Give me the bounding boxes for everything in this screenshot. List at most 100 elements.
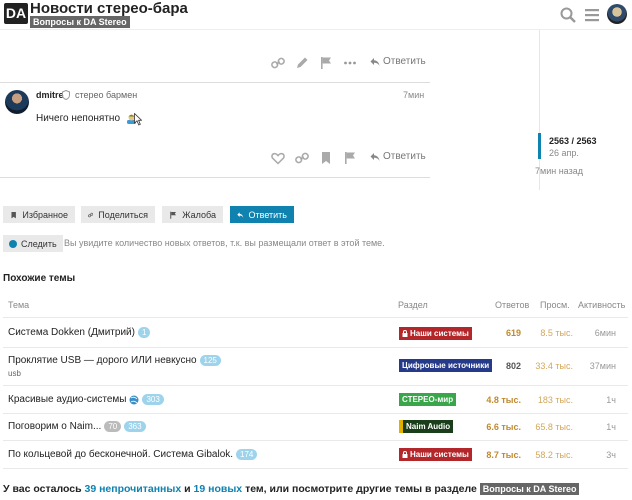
category-badge[interactable]: Цифровые источники [399, 359, 493, 372]
topic-row: Красивые аудио-системы 303 СТЕРЕО-мир 4.8… [3, 385, 628, 413]
post-time[interactable]: 7мин [403, 90, 424, 100]
views-count: 58.2 тыс. [535, 450, 573, 460]
new-posts-count[interactable]: 1 [137, 327, 151, 338]
link-icon[interactable] [294, 150, 310, 166]
post-body: Ничего непонятно [36, 113, 137, 124]
reply-arrow-icon [370, 57, 380, 66]
topic-link[interactable]: По кольцевой до бесконечной. Система Gib… [8, 449, 258, 460]
replies-count[interactable]: 6.6 тыс. [483, 422, 521, 432]
flag-icon[interactable] [318, 55, 334, 71]
activity-time[interactable]: 37мин [578, 361, 616, 371]
flag-label: Жалоба [182, 209, 216, 220]
topic-title[interactable]: По кольцевой до бесконечной. Система Gib… [8, 449, 233, 460]
new-posts-count[interactable]: 363 [124, 421, 146, 432]
flag-icon[interactable] [342, 150, 358, 166]
reply-button[interactable]: Ответить [370, 151, 426, 162]
link-icon[interactable] [270, 55, 286, 71]
new-posts-count[interactable]: 303 [142, 394, 164, 405]
activity-time[interactable]: 3ч [578, 450, 616, 460]
shield-icon [62, 90, 70, 100]
new-posts-count[interactable]: 174 [236, 449, 258, 460]
unread-posts-count[interactable]: 70 [104, 421, 122, 432]
user-avatar[interactable] [607, 4, 627, 24]
category-link[interactable]: Вопросы к DA Stereo [479, 483, 580, 495]
bookmark-label: Избранное [22, 209, 68, 220]
footer-text: У вас осталось [3, 483, 82, 495]
globe-icon [129, 395, 139, 404]
topic-link[interactable]: Система Dokken (Дмитрий) 1 [8, 327, 151, 338]
post-author-avatar[interactable] [5, 90, 29, 114]
views-count: 183 тыс. [537, 395, 573, 405]
topic-link[interactable]: Проклятие USB — дорого ИЛИ невкусно 125 [8, 355, 221, 366]
link-icon [88, 212, 94, 217]
unread-link[interactable]: 39 непрочитанных [84, 483, 181, 495]
lock-icon [402, 330, 408, 337]
topic-row: Система Dokken (Дмитрий) 1 Наши системы 6… [3, 317, 628, 347]
topic-link[interactable]: Поговорим о Naim... 70 363 [8, 421, 146, 432]
topic-title[interactable]: Поговорим о Naim... [8, 421, 101, 432]
topic-title[interactable]: Новости стерео-бара [30, 0, 188, 17]
views-count: 65.8 тыс. [535, 422, 573, 432]
category-label: СТЕРЕО-мир [402, 395, 454, 404]
topic-title[interactable]: Красивые аудио-системы [8, 394, 126, 405]
post-actions-top: Ответить [0, 55, 430, 75]
category-label: Цифровые источники [402, 361, 490, 370]
new-link[interactable]: 19 новых [194, 483, 243, 495]
category-badge[interactable]: Naim Audio [399, 420, 454, 433]
column-activity: Активность [578, 300, 626, 310]
category-label: Наши системы [410, 450, 469, 459]
category-badge[interactable]: СТЕРЕО-мир [399, 393, 457, 406]
topic-row: По кольцевой до бесконечной. Система Gib… [3, 440, 628, 469]
share-button[interactable]: Поделиться [81, 206, 155, 223]
post-username[interactable]: dmitre [36, 90, 64, 100]
timeline-date: 26 апр. [549, 148, 579, 158]
post-user-title: стерео бармен [75, 90, 138, 100]
edit-icon[interactable] [294, 55, 310, 71]
topic-link[interactable]: Красивые аудио-системы 303 [8, 394, 164, 405]
column-topic: Тема [8, 300, 30, 310]
category-badge[interactable]: Наши системы [399, 327, 472, 340]
lock-icon [402, 451, 408, 458]
search-icon[interactable] [559, 6, 577, 24]
activity-time[interactable]: 1ч [578, 395, 616, 405]
timeline-handle[interactable] [538, 133, 541, 159]
post-divider [0, 82, 430, 83]
similar-topics-heading: Похожие темы [3, 273, 76, 284]
notification-level-button[interactable]: Следить [3, 235, 63, 252]
topic-row: Проклятие USB — дорого ИЛИ невкусно 125 u… [3, 347, 628, 385]
activity-time[interactable]: 6мин [578, 328, 616, 338]
hamburger-menu-icon[interactable] [583, 6, 601, 24]
suggested-topics-footer: У вас осталось 39 непрочитанных и 19 нов… [3, 483, 580, 495]
reply-label: Ответить [383, 151, 426, 162]
mouse-cursor-icon [134, 113, 142, 126]
replies-count[interactable]: 4.8 тыс. [483, 395, 521, 405]
category-badge[interactable]: Вопросы к DA Stereo [30, 16, 130, 28]
activity-time[interactable]: 1ч [578, 422, 616, 432]
share-label: Поделиться [98, 209, 148, 220]
column-views: Просм. [540, 300, 570, 310]
column-replies: Ответов [495, 300, 530, 310]
reply-arrow-icon [370, 152, 380, 161]
replies-count[interactable]: 619 [483, 328, 521, 338]
bookmark-button[interactable]: Избранное [3, 206, 75, 223]
reply-topic-button[interactable]: Ответить [230, 206, 294, 223]
replies-count[interactable]: 802 [483, 361, 521, 371]
site-logo[interactable]: DA [4, 3, 28, 24]
timeline-position[interactable]: 2563 / 2563 [549, 136, 597, 146]
replies-count[interactable]: 8.7 тыс. [483, 450, 521, 460]
like-icon[interactable] [270, 150, 286, 166]
topic-tag[interactable]: usb [8, 369, 21, 378]
flag-icon [170, 211, 177, 219]
reply-button-top[interactable]: Ответить [370, 56, 426, 67]
category-badge[interactable]: Наши системы [399, 448, 472, 461]
topic-title[interactable]: Проклятие USB — дорого ИЛИ невкусно [8, 355, 197, 366]
flag-button[interactable]: Жалоба [162, 206, 223, 223]
more-icon[interactable] [342, 55, 358, 71]
topic-row: Поговорим о Naim... 70 363 Naim Audio 6.6 … [3, 413, 628, 440]
topic-title[interactable]: Система Dokken (Дмитрий) [8, 327, 135, 338]
bookmark-icon[interactable] [318, 150, 334, 166]
category-label: Naim Audio [406, 422, 451, 431]
timeline-last-activity[interactable]: 7мин назад [535, 166, 583, 176]
new-posts-count[interactable]: 125 [199, 355, 221, 366]
notification-note: Вы увидите количество новых ответов, т.к… [64, 238, 385, 248]
